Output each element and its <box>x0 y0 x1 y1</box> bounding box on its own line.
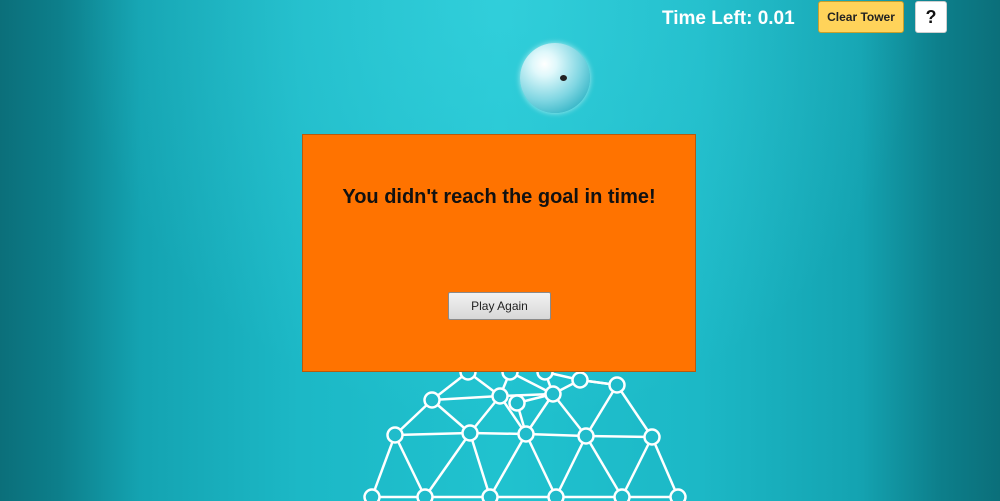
tower-link <box>488 433 528 498</box>
tower-link <box>585 434 653 439</box>
tower-node[interactable] <box>508 394 526 412</box>
time-left-display: Time Left: 0.01 <box>662 8 795 29</box>
game-stage[interactable]: Time Left: 0.01 Clear Tower ? You didn't… <box>0 0 1000 501</box>
tower-link <box>525 432 587 438</box>
tower-link <box>650 436 680 498</box>
tower-node[interactable] <box>613 488 631 501</box>
tower-node[interactable] <box>423 391 441 409</box>
tower-node[interactable] <box>461 424 479 442</box>
game-over-dialog: You didn't reach the goal in time! Play … <box>302 134 696 372</box>
tower-link <box>620 436 654 498</box>
tower-link <box>468 432 492 498</box>
tower-node[interactable] <box>363 488 381 501</box>
tower-link <box>393 434 427 498</box>
tower-node[interactable] <box>577 427 595 445</box>
tower-link <box>431 394 501 402</box>
tower-node[interactable] <box>386 426 404 444</box>
clear-tower-button[interactable]: Clear Tower <box>818 1 904 33</box>
tower-node[interactable] <box>571 371 589 389</box>
tower-node[interactable] <box>544 385 562 403</box>
tower-node[interactable] <box>517 425 535 443</box>
tower-link <box>584 435 624 498</box>
tower-node[interactable] <box>416 488 434 501</box>
tower-node[interactable] <box>491 387 509 405</box>
goal-bubble <box>520 43 590 113</box>
tower-link <box>615 384 654 438</box>
game-over-message: You didn't reach the goal in time! <box>342 186 656 208</box>
tower-link <box>370 434 397 498</box>
tower-link <box>554 435 588 498</box>
tower-link <box>394 431 471 437</box>
tower-node[interactable] <box>481 488 499 501</box>
tower-link <box>524 433 558 498</box>
help-button[interactable]: ? <box>915 1 947 33</box>
tower-node[interactable] <box>608 376 626 394</box>
tower-link <box>423 432 472 498</box>
tower-node[interactable] <box>643 428 661 446</box>
fly-icon <box>560 75 567 81</box>
play-again-button[interactable]: Play Again <box>448 292 551 320</box>
tower-node[interactable] <box>547 488 565 501</box>
tower-node[interactable] <box>669 488 687 501</box>
tower-link <box>584 384 619 437</box>
